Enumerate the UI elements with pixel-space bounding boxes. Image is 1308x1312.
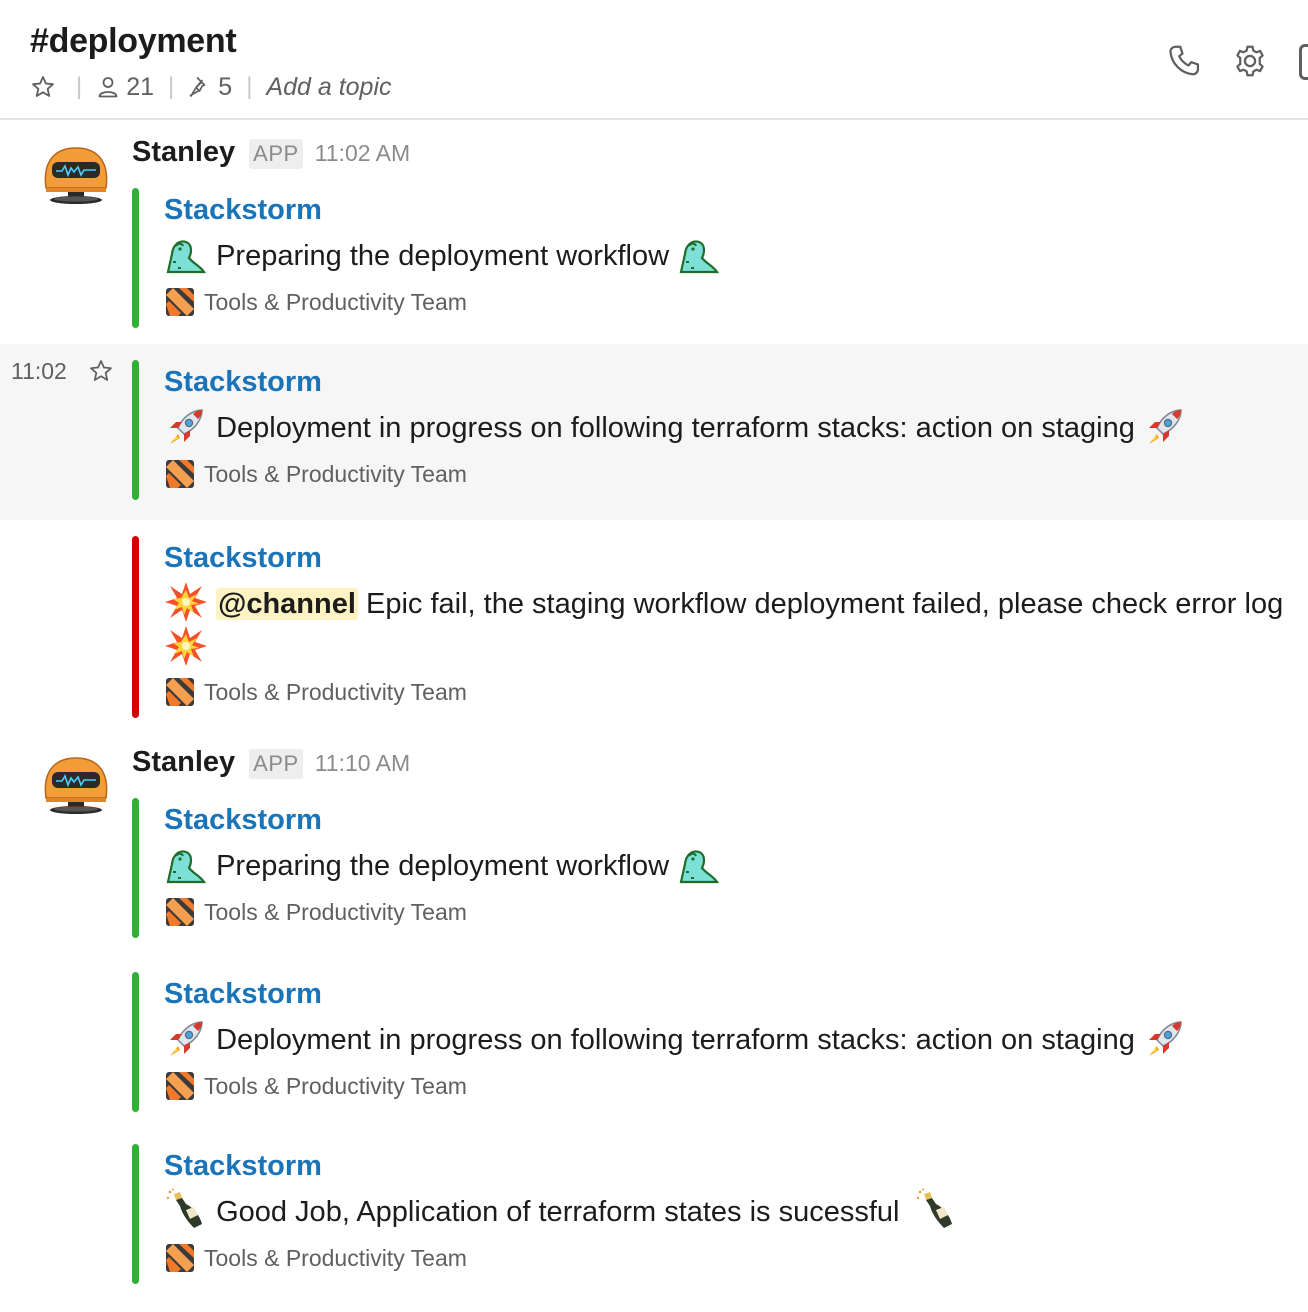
attachment-footer: Tools & Productivity Team — [164, 1242, 467, 1274]
attachment: 11:02 Stackstorm Deployment in progress … — [0, 344, 1308, 520]
attachment-footer-text: Tools & Productivity Team — [204, 1072, 467, 1099]
attachment: Stackstorm Deployment in progress on fol… — [0, 956, 1308, 1116]
channel-mention[interactable]: @channel — [216, 588, 358, 620]
sender-name[interactable]: Stanley — [132, 136, 235, 169]
meta-separator: | — [76, 73, 83, 100]
attachment-footer-text: Tools & Productivity Team — [204, 898, 467, 925]
hover-timestamp[interactable]: 11:02 — [11, 358, 67, 385]
attachment-color-bar — [132, 1144, 139, 1284]
pin-icon[interactable] — [188, 75, 212, 99]
collision-emoji — [164, 624, 208, 668]
stackstorm-logo-icon — [164, 896, 196, 928]
sauropod-emoji — [164, 232, 208, 276]
attachment-title[interactable]: Stackstorm — [164, 978, 322, 1011]
message-sender-line: Stanley APP 11:02 AM — [132, 136, 410, 169]
star-icon[interactable] — [30, 74, 56, 100]
attachment-title[interactable]: Stackstorm — [164, 542, 322, 575]
attachment-footer-text: Tools & Productivity Team — [204, 460, 467, 487]
champagne-emoji — [914, 1188, 958, 1232]
attachment: Stackstorm Preparing the deployment work… — [0, 180, 1308, 340]
attachment-text: Deployment in progress on following terr… — [164, 406, 1187, 450]
member-count[interactable]: 21 — [126, 73, 154, 102]
attachment-message: Good Job, Application of terraform state… — [216, 1196, 900, 1228]
message-timestamp[interactable]: 11:02 AM — [315, 140, 410, 167]
star-icon[interactable] — [88, 358, 114, 384]
attachment-message: Epic fail, the staging workflow deployme… — [366, 588, 1284, 620]
person-icon[interactable] — [96, 75, 120, 99]
rocket-emoji — [164, 404, 208, 448]
champagne-emoji — [164, 1188, 208, 1232]
attachment-footer-text: Tools & Productivity Team — [204, 288, 467, 315]
channel-meta: | 21 | 5 | Add a topic — [30, 70, 392, 104]
stackstorm-logo-icon — [164, 1070, 196, 1102]
attachment-color-bar — [132, 798, 139, 938]
attachment-footer: Tools & Productivity Team — [164, 458, 467, 490]
attachment: Stackstorm Good Job, Application of terr… — [0, 1128, 1308, 1288]
channel-header: #deployment | 21 | 5 | Add a topic — [0, 0, 1308, 120]
attachment-text-continued — [164, 626, 208, 670]
message-timestamp[interactable]: 11:10 AM — [315, 750, 410, 777]
attachment-footer: Tools & Productivity Team — [164, 1070, 467, 1102]
attachment-message: Deployment in progress on following terr… — [216, 412, 1135, 444]
attachment-title[interactable]: Stackstorm — [164, 1150, 322, 1183]
attachment-footer: Tools & Productivity Team — [164, 676, 467, 708]
stackstorm-logo-icon — [164, 1242, 196, 1274]
app-badge: APP — [249, 749, 303, 779]
attachment-message: Preparing the deployment workflow — [216, 850, 670, 882]
attachment-footer-text: Tools & Productivity Team — [204, 678, 467, 705]
rocket-emoji — [1143, 1016, 1187, 1060]
attachment-title[interactable]: Stackstorm — [164, 366, 322, 399]
attachment-text: Preparing the deployment workflow — [164, 234, 721, 278]
attachment-footer-text: Tools & Productivity Team — [204, 1244, 467, 1271]
stackstorm-logo-icon — [164, 286, 196, 318]
sauropod-emoji — [677, 232, 721, 276]
attachment-color-bar — [132, 972, 139, 1112]
attachment-color-bar — [132, 360, 139, 500]
meta-separator: | — [246, 73, 253, 100]
attachment: Stackstorm @channel Epic fail, the stagi… — [0, 520, 1308, 724]
sauropod-emoji — [164, 842, 208, 886]
rocket-emoji — [164, 1016, 208, 1060]
attachment-footer: Tools & Productivity Team — [164, 286, 467, 318]
attachment-message: Preparing the deployment workflow — [216, 240, 670, 272]
attachment-text: Preparing the deployment workflow — [164, 844, 721, 888]
attachment: Stackstorm Preparing the deployment work… — [0, 790, 1308, 950]
sender-name[interactable]: Stanley — [132, 746, 235, 779]
attachment-message: Deployment in progress on following terr… — [216, 1024, 1135, 1056]
attachment-text: Good Job, Application of terraform state… — [164, 1190, 958, 1234]
pinned-count[interactable]: 5 — [218, 73, 232, 102]
stackstorm-logo-icon — [164, 458, 196, 490]
attachment-color-bar — [132, 188, 139, 328]
attachment-text: Deployment in progress on following terr… — [164, 1018, 1187, 1062]
stackstorm-logo-icon — [164, 676, 196, 708]
sauropod-emoji — [677, 842, 721, 886]
rocket-emoji — [1143, 404, 1187, 448]
app-badge: APP — [249, 139, 303, 169]
add-topic-link[interactable]: Add a topic — [266, 73, 391, 102]
details-panel-icon[interactable] — [1299, 44, 1308, 80]
collision-emoji — [164, 580, 208, 624]
channel-title[interactable]: #deployment — [30, 22, 237, 61]
attachment-color-bar — [132, 536, 139, 718]
meta-separator: | — [168, 73, 175, 100]
phone-icon[interactable] — [1163, 40, 1205, 82]
message-sender-line: Stanley APP 11:10 AM — [132, 746, 410, 779]
gear-icon[interactable] — [1229, 40, 1271, 82]
attachment-footer: Tools & Productivity Team — [164, 896, 467, 928]
attachment-text: @channel Epic fail, the staging workflow… — [164, 582, 1283, 626]
attachment-title[interactable]: Stackstorm — [164, 194, 322, 227]
attachment-title[interactable]: Stackstorm — [164, 804, 322, 837]
